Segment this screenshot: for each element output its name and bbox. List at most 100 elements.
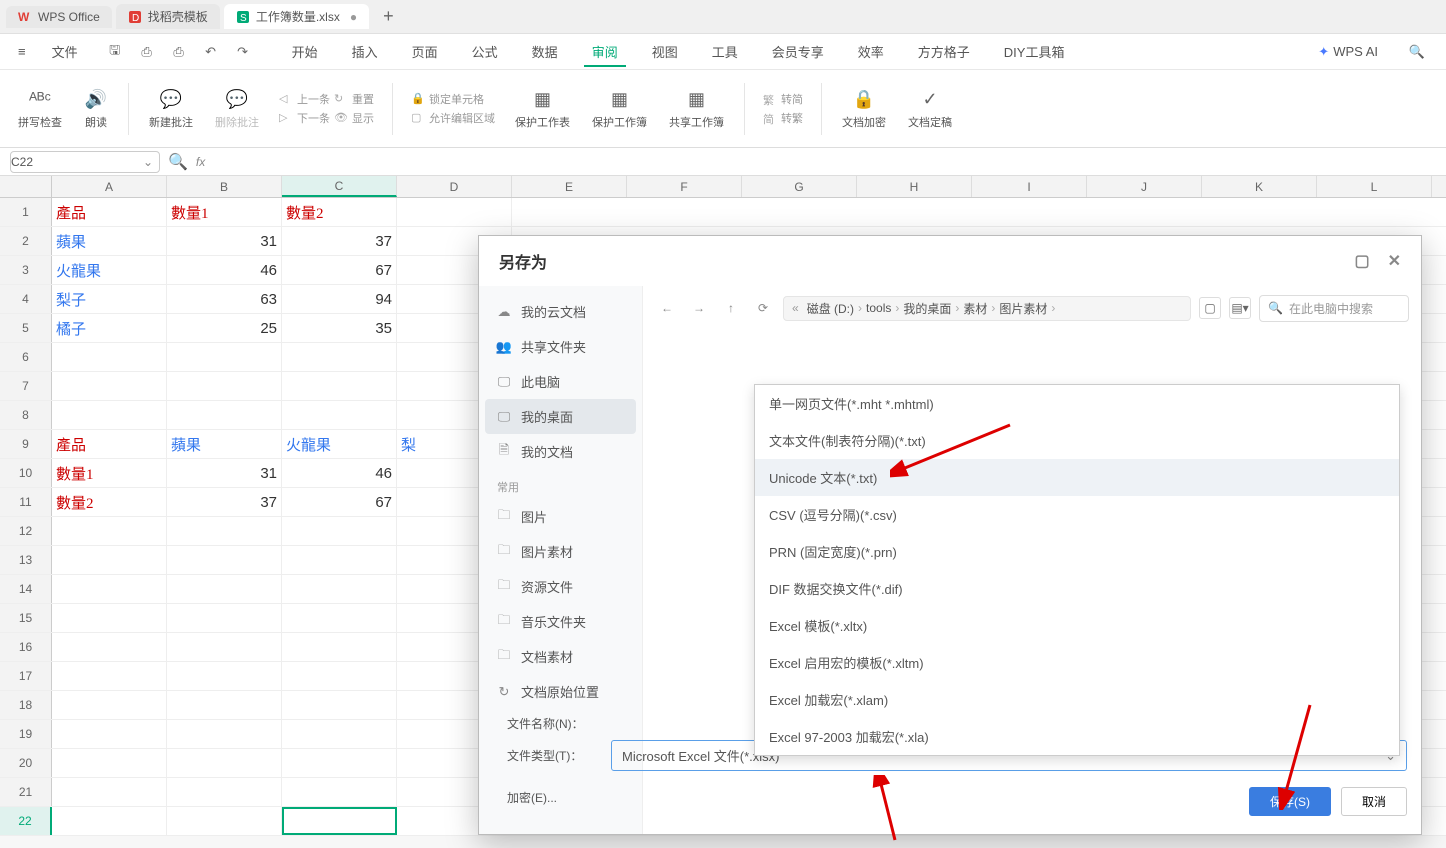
rib-sharebook[interactable]: ▦共享工作簿 <box>661 84 732 134</box>
menu-efficiency[interactable]: 效率 <box>850 36 892 67</box>
ft-xlam[interactable]: Excel 加载宏(*.xlam) <box>755 681 1399 718</box>
col-A[interactable]: A <box>52 176 167 197</box>
rib-protectbook[interactable]: ▦保护工作簿 <box>584 84 655 134</box>
select-all-corner[interactable] <box>0 176 52 197</box>
menu-review[interactable]: 审阅 <box>584 36 626 67</box>
tab-workbook[interactable]: S 工作簿数量.xlsx ● <box>224 4 369 29</box>
menu-insert[interactable]: 插入 <box>344 36 386 67</box>
sidebar-docs[interactable]: 🗎我的文档 <box>479 434 642 469</box>
next-icon: ▷ <box>279 111 293 125</box>
new-folder-icon[interactable]: ▢ <box>1199 297 1221 319</box>
col-G[interactable]: G <box>742 176 857 197</box>
up-icon[interactable]: ↑ <box>719 296 743 320</box>
sidebar-cloud[interactable]: ☁我的云文档 <box>479 294 642 329</box>
ft-xltx[interactable]: Excel 模板(*.xltx) <box>755 607 1399 644</box>
menu-start[interactable]: 开始 <box>284 36 326 67</box>
forward-icon[interactable]: → <box>687 296 711 320</box>
tab-template[interactable]: D 找稻壳模板 <box>116 4 220 29</box>
sidebar-res[interactable]: 🗀资源文件 <box>479 569 642 604</box>
col-L[interactable]: L <box>1317 176 1432 197</box>
ft-mht[interactable]: 单一网页文件(*.mht *.mhtml) <box>755 385 1399 422</box>
selected-cell[interactable] <box>282 807 397 835</box>
menu-ffgz[interactable]: 方方格子 <box>910 36 978 67</box>
col-E[interactable]: E <box>512 176 627 197</box>
menu-data[interactable]: 数据 <box>524 36 566 67</box>
folder-icon: 🗀 <box>497 545 511 559</box>
rib-newcomment[interactable]: 💬新建批注 <box>141 84 201 134</box>
sidebar-pic[interactable]: 🗀图片 <box>479 499 642 534</box>
col-C[interactable]: C <box>282 176 397 197</box>
ft-unicode-txt[interactable]: Unicode 文本(*.txt) <box>755 459 1399 496</box>
print-preview-icon[interactable]: ⎙ <box>168 41 190 63</box>
encrypt-link[interactable]: 加密(E)... <box>507 789 557 806</box>
sidebar-share[interactable]: 👥共享文件夹 <box>479 329 642 364</box>
sidebar-music[interactable]: 🗀音乐文件夹 <box>479 604 642 639</box>
rib-delcomment[interactable]: 💬删除批注 <box>207 84 267 134</box>
ft-xltm[interactable]: Excel 启用宏的模板(*.xltm) <box>755 644 1399 681</box>
menu-view[interactable]: 视图 <box>644 36 686 67</box>
ft-csv[interactable]: CSV (逗号分隔)(*.csv) <box>755 496 1399 533</box>
maximize-icon[interactable]: ▢ <box>1354 251 1369 271</box>
menu-tools[interactable]: 工具 <box>704 36 746 67</box>
search-input[interactable]: 🔍 在此电脑中搜索 <box>1259 295 1409 322</box>
sidebar-origin[interactable]: ↻文档原始位置 <box>479 674 642 709</box>
folder-icon: 🗀 <box>497 650 511 664</box>
rib-protectsheet[interactable]: ▦保护工作表 <box>507 84 578 134</box>
rib-spellcheck[interactable]: ᴬᴮᶜ拼写检查 <box>10 84 70 134</box>
col-D[interactable]: D <box>397 176 512 197</box>
col-B[interactable]: B <box>167 176 282 197</box>
sidebar-desktop[interactable]: 🖵我的桌面 <box>485 399 636 434</box>
col-H[interactable]: H <box>857 176 972 197</box>
col-F[interactable]: F <box>627 176 742 197</box>
rib-read[interactable]: 🔊朗读 <box>76 84 116 134</box>
breadcrumb[interactable]: « 磁盘 (D:)› tools› 我的桌面› 素材› 图片素材› <box>783 296 1191 321</box>
menu-page[interactable]: 页面 <box>404 36 446 67</box>
rib-trad[interactable]: 简转繁 <box>763 110 803 126</box>
wps-ai[interactable]: ✦ WPS AI <box>1318 44 1378 60</box>
print-icon[interactable]: ⎙ <box>136 41 158 63</box>
col-headers: A B C D E F G H I J K L <box>0 176 1446 198</box>
hamburger-icon[interactable]: ≡ <box>18 44 26 59</box>
refresh-icon[interactable]: ⟳ <box>751 296 775 320</box>
search-icon[interactable]: 🔍 <box>1406 41 1428 63</box>
sidebar-textmat[interactable]: 🗀文档素材 <box>479 639 642 674</box>
col-I[interactable]: I <box>972 176 1087 197</box>
speaker-icon: 🔊 <box>84 88 108 112</box>
new-tab-button[interactable]: + <box>373 2 404 31</box>
name-box[interactable]: C22 ⌄ <box>10 151 160 173</box>
save-icon[interactable]: 🖫 <box>104 41 126 63</box>
cancel-button[interactable]: 取消 <box>1341 787 1407 816</box>
zoom-icon[interactable]: 🔍 <box>168 152 188 172</box>
view-icon[interactable]: ▤▾ <box>1229 297 1251 319</box>
undo-icon[interactable]: ↶ <box>200 41 222 63</box>
rib-allowedit[interactable]: ▢允许编辑区域 <box>411 110 495 126</box>
sidebar-pc[interactable]: 🖵此电脑 <box>479 364 642 399</box>
col-J[interactable]: J <box>1087 176 1202 197</box>
rib-lock[interactable]: 🔒锁定单元格 <box>411 91 495 107</box>
tab-label: WPS Office <box>38 10 100 24</box>
fx-icon[interactable]: fx <box>196 155 205 169</box>
save-button[interactable]: 保存(S) <box>1249 787 1331 816</box>
col-K[interactable]: K <box>1202 176 1317 197</box>
menu-diy[interactable]: DIY工具箱 <box>996 36 1073 67</box>
ft-prn[interactable]: PRN (固定宽度)(*.prn) <box>755 533 1399 570</box>
rib-encrypt[interactable]: 🔒文档加密 <box>834 84 894 134</box>
shield-book-icon: ▦ <box>608 88 632 112</box>
rib-prev[interactable]: ◁上一条 ↻重置 <box>279 91 374 107</box>
rib-simp[interactable]: 繁转简 <box>763 91 803 107</box>
sidebar-picmat[interactable]: 🗀图片素材 <box>479 534 642 569</box>
shield-sheet-icon: ▦ <box>531 88 555 112</box>
ft-xla[interactable]: Excel 97-2003 加载宏(*.xla) <box>755 718 1399 755</box>
desktop-icon: 🖵 <box>497 410 511 424</box>
redo-icon[interactable]: ↷ <box>232 41 254 63</box>
menu-formula[interactable]: 公式 <box>464 36 506 67</box>
ft-txt-tab[interactable]: 文本文件(制表符分隔)(*.txt) <box>755 422 1399 459</box>
ft-dif[interactable]: DIF 数据交换文件(*.dif) <box>755 570 1399 607</box>
back-icon[interactable]: ← <box>655 296 679 320</box>
rib-next[interactable]: ▷下一条 👁显示 <box>279 110 374 126</box>
menu-member[interactable]: 会员专享 <box>764 36 832 67</box>
close-icon[interactable]: ✕ <box>1388 251 1401 271</box>
rib-final[interactable]: ✓文档定稿 <box>900 84 960 134</box>
tab-wps-office[interactable]: W WPS Office <box>6 6 112 28</box>
menu-file[interactable]: 文件 <box>44 36 86 67</box>
